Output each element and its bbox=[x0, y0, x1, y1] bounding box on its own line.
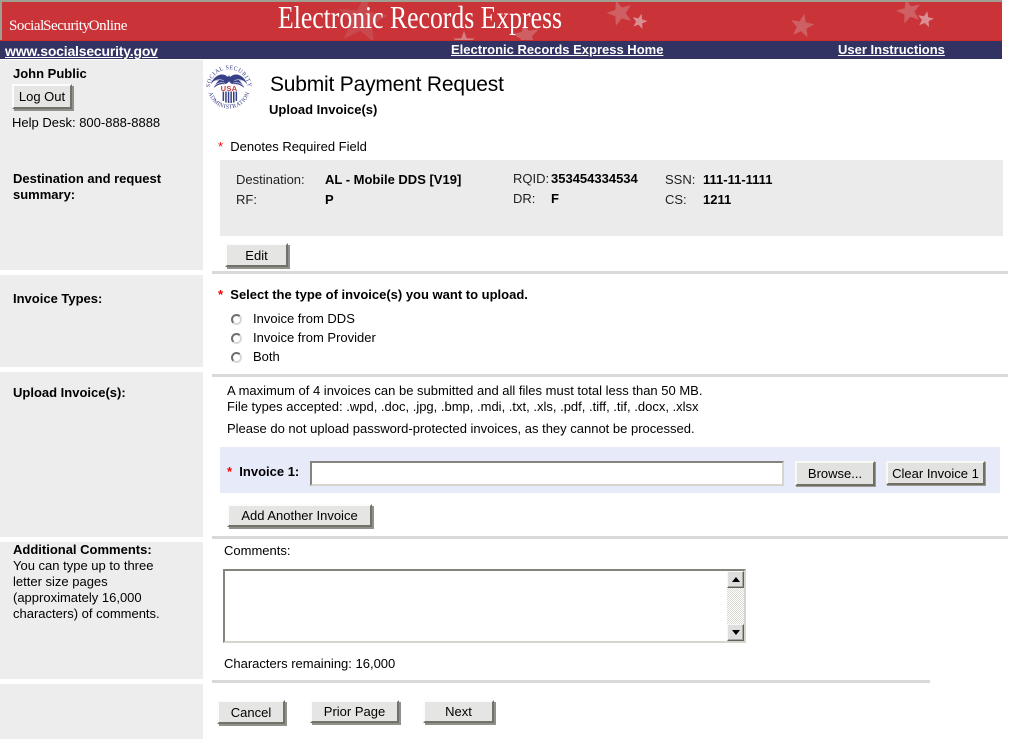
svg-text:USA: USA bbox=[221, 84, 238, 93]
